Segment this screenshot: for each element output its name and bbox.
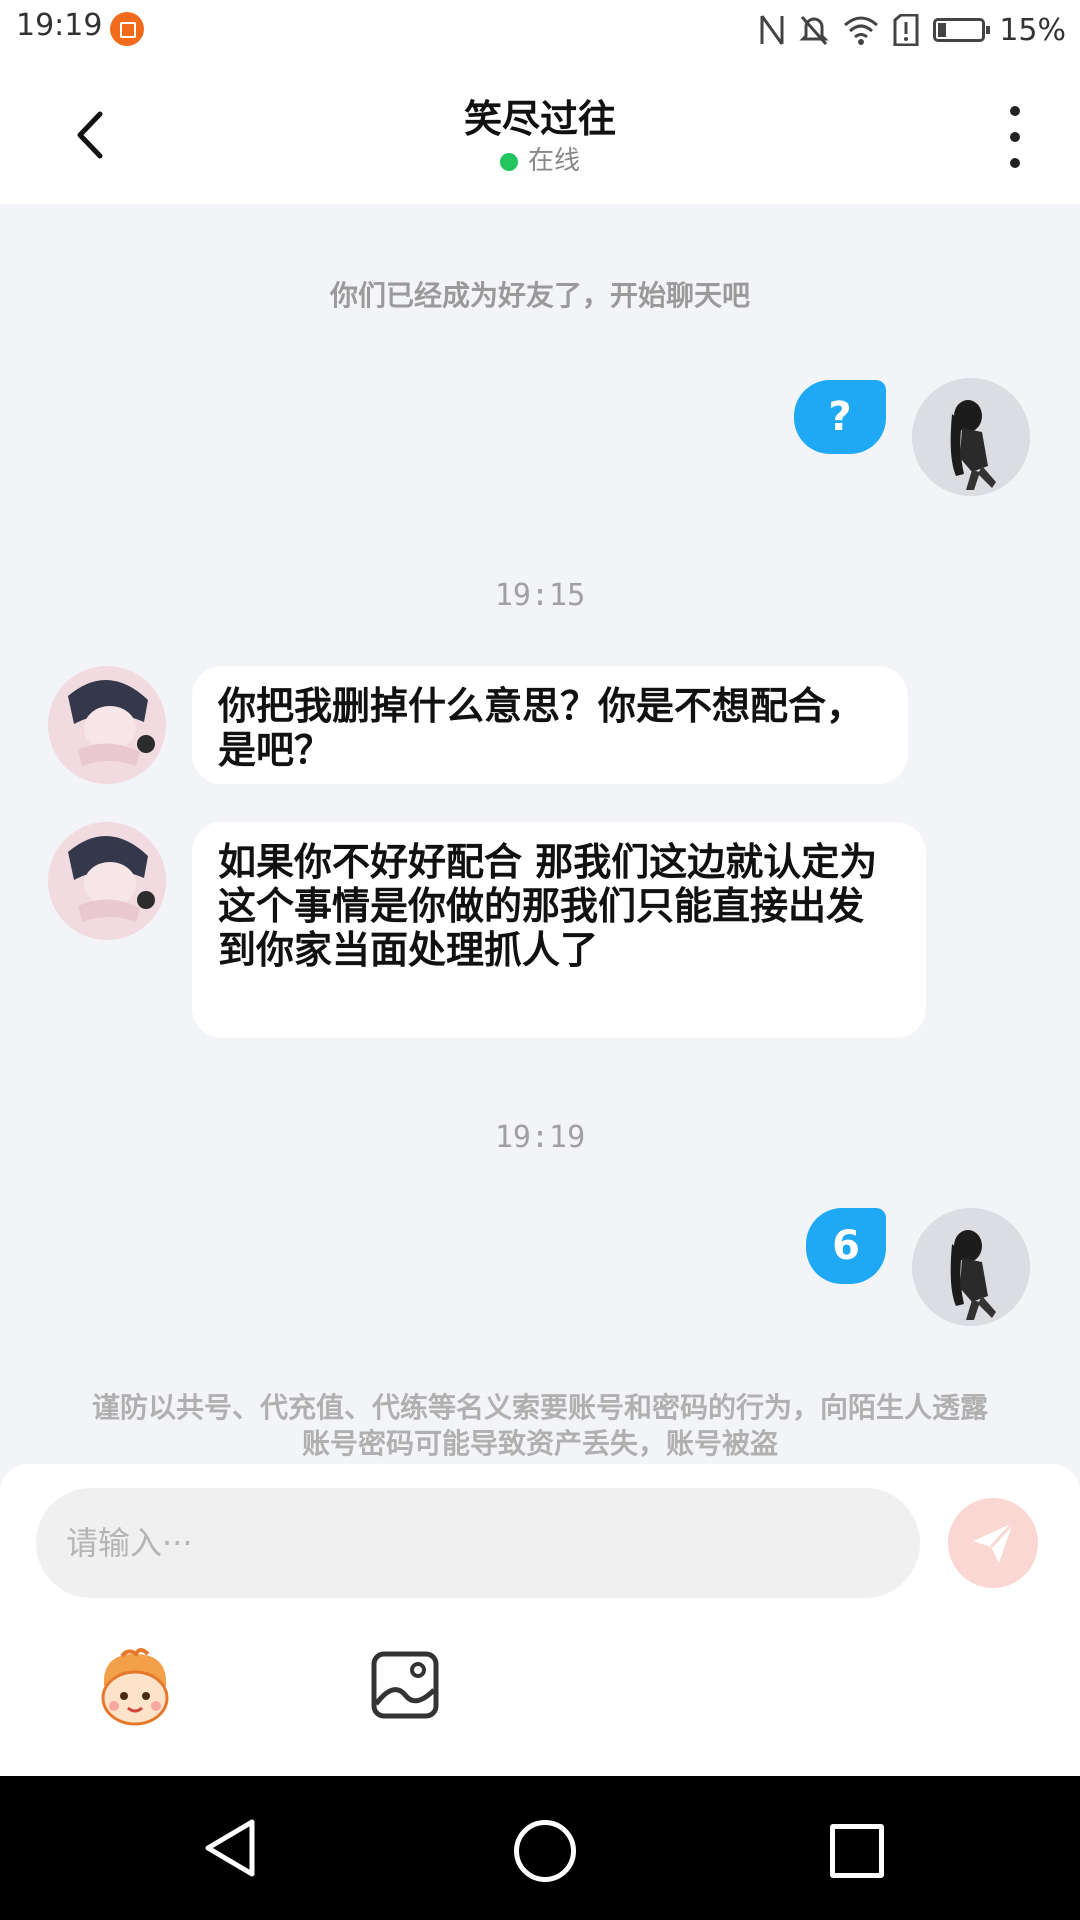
online-dot-icon — [499, 152, 518, 171]
outgoing-message-bubble[interactable]: ? — [794, 380, 886, 454]
composer-panel — [0, 1464, 1080, 1776]
timestamp: 19:19 — [494, 1120, 586, 1155]
timestamp: 19:15 — [494, 578, 586, 613]
incoming-message-bubble[interactable]: 如果你不好好配合 那我们这边就认定为这个事情是你做的那我们只能直接出发到你家当面… — [192, 822, 926, 1038]
contact-avatar[interactable] — [48, 666, 166, 784]
chat-header: 笑尽过往 在线 — [0, 60, 1080, 204]
more-vertical-icon — [1010, 106, 1020, 116]
incoming-message-bubble[interactable]: 你把我删掉什么意思？你是不想配合，是吧？ — [192, 666, 908, 784]
nfc-icon — [760, 15, 784, 45]
image-icon — [371, 1651, 439, 1719]
nav-back-icon[interactable] — [200, 1816, 260, 1880]
contact-avatar-icon — [48, 822, 166, 940]
my-avatar[interactable] — [912, 378, 1030, 496]
nav-home-icon[interactable] — [514, 1820, 576, 1882]
contact-name: 笑尽过往 — [463, 96, 616, 141]
app-notification-icon — [110, 12, 144, 46]
my-avatar[interactable] — [912, 1208, 1030, 1326]
mute-bell-icon — [799, 16, 829, 45]
battery-level: 15% — [999, 12, 1066, 48]
contact-avatar[interactable] — [48, 822, 166, 940]
sim-alert-icon — [893, 14, 919, 46]
send-icon — [973, 1521, 1015, 1563]
online-status-label: 在线 — [527, 146, 580, 176]
send-button[interactable] — [948, 1498, 1038, 1588]
online-status: 在线 — [0, 140, 1080, 177]
security-warning: 谨防以共号、代充值、代练等名义索要账号和密码的行为，向陌生人透露账号密码可能导致… — [91, 1391, 988, 1460]
emoji-button[interactable] — [92, 1646, 178, 1732]
more-options-button[interactable] — [990, 102, 1040, 172]
status-time: 19:19 — [16, 8, 103, 43]
outgoing-message-bubble[interactable]: 6 — [806, 1208, 886, 1284]
image-button[interactable] — [370, 1650, 440, 1720]
user-avatar-icon — [912, 378, 1030, 496]
friend-added-note: 你们已经成为好友了，开始聊天吧 — [329, 279, 750, 312]
system-nav-bar — [0, 1776, 1080, 1920]
user-avatar-icon — [912, 1208, 1030, 1326]
emoji-mascot-icon — [101, 1648, 169, 1726]
nav-recents-icon[interactable] — [830, 1824, 884, 1878]
status-indicators: 15% — [759, 8, 1066, 52]
contact-avatar-icon — [48, 666, 166, 784]
status-bar: 19:19 15% — [0, 0, 1080, 60]
battery-icon — [933, 18, 991, 42]
message-input[interactable] — [36, 1488, 920, 1598]
wifi-icon — [844, 16, 879, 45]
